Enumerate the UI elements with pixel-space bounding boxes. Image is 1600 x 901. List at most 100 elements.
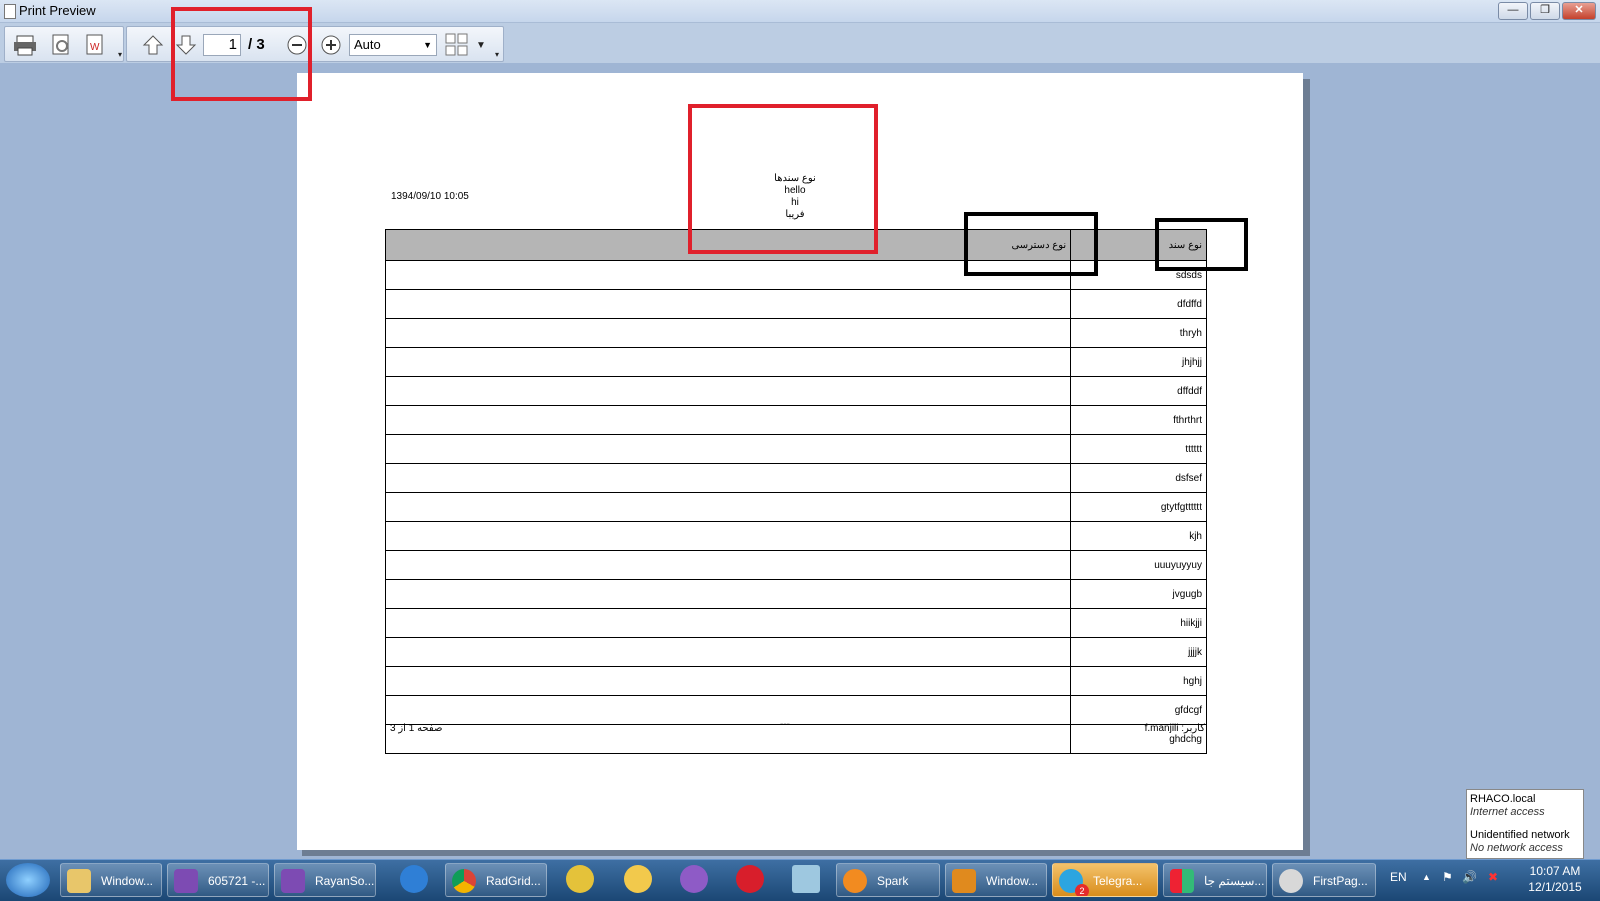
multi-page-view-icon[interactable] bbox=[445, 33, 469, 57]
window-title: Print Preview bbox=[19, 3, 96, 18]
footer-center: --- bbox=[780, 719, 790, 730]
table-row: dsfsef bbox=[384, 463, 1207, 493]
overflow-chevron-icon[interactable]: ▾ bbox=[495, 51, 501, 59]
cell-access-type bbox=[384, 521, 1072, 551]
page-setup-icon[interactable] bbox=[49, 33, 73, 57]
clock-date: 12/1/2015 bbox=[1528, 880, 1582, 894]
app-icon[interactable] bbox=[624, 865, 652, 893]
notification-badge: 2 bbox=[1075, 884, 1089, 896]
table-row: dfdffd bbox=[384, 289, 1207, 319]
table-row: fthrthrt bbox=[384, 405, 1207, 435]
taskbar-item-telegram[interactable]: 2 Telegra... bbox=[1052, 863, 1158, 897]
table-row: jhjhjj bbox=[384, 347, 1207, 377]
cell-access-type bbox=[384, 434, 1072, 464]
minimize-button[interactable]: — bbox=[1498, 2, 1528, 20]
table-row: ghdchg bbox=[384, 724, 1207, 754]
chrome-icon bbox=[452, 869, 476, 893]
cell-access-type bbox=[384, 579, 1072, 609]
media-player-icon bbox=[952, 869, 976, 893]
table-row: tttttt bbox=[384, 434, 1207, 464]
cell-document-type: kjh bbox=[1070, 521, 1207, 551]
table-row: thryh bbox=[384, 318, 1207, 348]
network-status: No network access bbox=[1470, 842, 1563, 854]
taskbar-item-system[interactable]: سیستم جا... bbox=[1163, 863, 1267, 897]
cell-document-type: jjjjk bbox=[1070, 637, 1207, 667]
cell-access-type bbox=[384, 666, 1072, 696]
language-indicator[interactable]: EN bbox=[1390, 870, 1407, 884]
notepad-icon[interactable] bbox=[792, 865, 820, 893]
footer-page-number: صفحه 1 از 3 bbox=[390, 723, 443, 734]
viber-icon[interactable] bbox=[680, 865, 708, 893]
cell-document-type: dfdffd bbox=[1070, 289, 1207, 319]
zoom-in-icon[interactable] bbox=[319, 33, 343, 57]
taskbar: Window... 605721 -... RayanSo... RadGrid… bbox=[0, 859, 1600, 901]
cell-access-type bbox=[384, 695, 1072, 725]
network-tooltip: RHACO.local Internet access Unidentified… bbox=[1466, 789, 1584, 859]
internet-explorer-icon[interactable] bbox=[400, 865, 428, 893]
cell-access-type bbox=[384, 492, 1072, 522]
printer-icon[interactable] bbox=[13, 33, 37, 57]
app-icon[interactable] bbox=[566, 865, 594, 893]
table-row: hiikjji bbox=[384, 608, 1207, 638]
taskbar-item-window[interactable]: Window... bbox=[945, 863, 1047, 897]
table-row: gtytfgtttttt bbox=[384, 492, 1207, 522]
report-date: 1394/09/10 10:05 bbox=[391, 191, 469, 202]
timer-icon[interactable] bbox=[736, 865, 764, 893]
taskbar-item-paint[interactable]: FirstPag... bbox=[1272, 863, 1376, 897]
paint-palette-icon bbox=[1279, 869, 1303, 893]
show-hidden-icons-icon[interactable]: ▲ bbox=[1422, 872, 1431, 882]
cell-access-type bbox=[384, 550, 1072, 580]
cell-document-type: thryh bbox=[1070, 318, 1207, 348]
clock[interactable]: 10:07 AM 12/1/2015 bbox=[1520, 863, 1590, 895]
folder-icon bbox=[67, 869, 91, 893]
zoom-select[interactable]: Auto ▼ bbox=[349, 34, 437, 56]
clock-time: 10:07 AM bbox=[1529, 864, 1581, 878]
export-pdf-icon[interactable]: W bbox=[83, 33, 107, 57]
close-button[interactable]: ✕ bbox=[1562, 2, 1596, 20]
previous-page-icon[interactable] bbox=[141, 33, 165, 57]
cell-document-type: jhjhjj bbox=[1070, 347, 1207, 377]
network-error-icon[interactable]: ✖ bbox=[1488, 870, 1498, 884]
table-row: kjh bbox=[384, 521, 1207, 551]
cell-document-type: jvgugb bbox=[1070, 579, 1207, 609]
volume-icon[interactable]: 🔊 bbox=[1462, 870, 1477, 884]
cell-access-type bbox=[384, 637, 1072, 667]
cell-access-type bbox=[384, 289, 1072, 319]
taskbar-item-spark[interactable]: Spark bbox=[836, 863, 940, 897]
start-button-icon[interactable] bbox=[6, 863, 50, 897]
annotation-red-box-header bbox=[688, 104, 878, 254]
table-row: jjjjk bbox=[384, 637, 1207, 667]
cell-document-type: dffddf bbox=[1070, 376, 1207, 406]
action-center-flag-icon[interactable]: ⚑ bbox=[1442, 870, 1453, 884]
table-row: hghj bbox=[384, 666, 1207, 696]
taskbar-item-chrome[interactable]: RadGrid... bbox=[445, 863, 547, 897]
footer-user: کاربر: f.manjili bbox=[1144, 723, 1205, 734]
cell-document-type: hghj bbox=[1070, 666, 1207, 696]
network-status: Internet access bbox=[1470, 806, 1545, 818]
table-body: sdsds dfdffd thryh jhjhjj dffddf fthrthrt tttt… bbox=[384, 260, 1207, 754]
visual-studio-icon bbox=[281, 869, 305, 893]
cell-document-type: tttttt bbox=[1070, 434, 1207, 464]
table-row: gfdcgf bbox=[384, 695, 1207, 725]
annotation-red-box-page-nav bbox=[171, 7, 312, 101]
overflow-chevron-icon[interactable]: ▾ bbox=[118, 51, 124, 59]
print-preview-icon bbox=[4, 4, 16, 19]
cell-access-type bbox=[384, 405, 1072, 435]
cell-access-type bbox=[384, 318, 1072, 348]
taskbar-item-visual-studio[interactable]: 605721 -... bbox=[167, 863, 269, 897]
cell-access-type bbox=[384, 463, 1072, 493]
cell-document-type: dsfsef bbox=[1070, 463, 1207, 493]
view-dropdown-arrow-icon[interactable]: ▼ bbox=[469, 33, 493, 57]
spark-icon bbox=[843, 869, 867, 893]
cell-document-type: gtytfgtttttt bbox=[1070, 492, 1207, 522]
cell-document-type: uuuyuyyuy bbox=[1070, 550, 1207, 580]
windows-app-icon bbox=[1170, 869, 1194, 893]
table-row: uuuyuyyuy bbox=[384, 550, 1207, 580]
annotation-black-box-column bbox=[964, 212, 1098, 276]
taskbar-item-explorer[interactable]: Window... bbox=[60, 863, 162, 897]
taskbar-item-visual-studio[interactable]: RayanSo... bbox=[274, 863, 376, 897]
network-name: RHACO.local bbox=[1470, 793, 1536, 805]
toolbar-group-print: W ▾ bbox=[4, 26, 124, 62]
table-row: dffddf bbox=[384, 376, 1207, 406]
maximize-button[interactable]: ❐ bbox=[1530, 2, 1560, 20]
